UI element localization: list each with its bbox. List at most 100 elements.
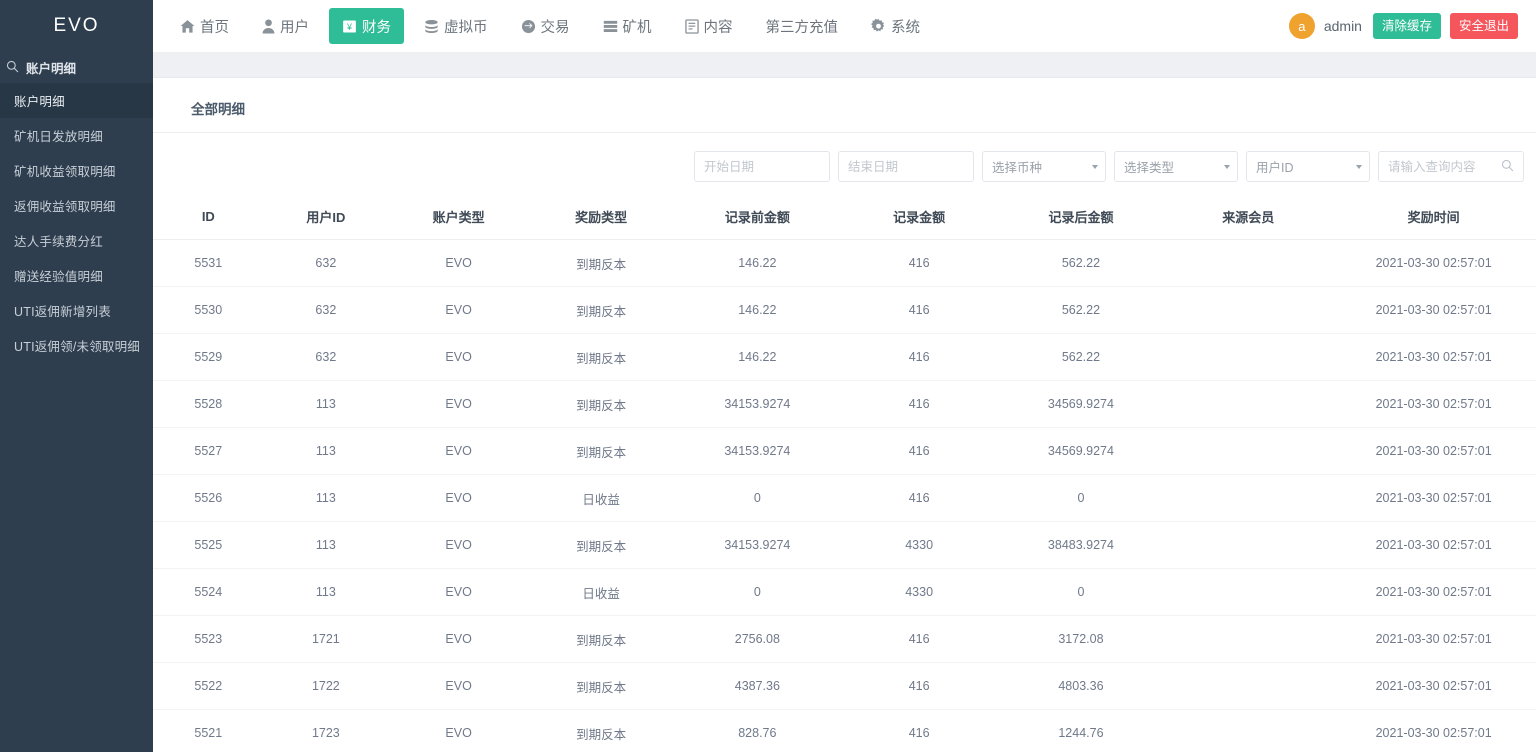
- cell-time: 2021-03-30 02:57:01: [1331, 663, 1536, 710]
- clear-cache-button[interactable]: 清除缓存: [1373, 13, 1441, 39]
- nav-item-trade[interactable]: 交易: [508, 8, 583, 44]
- cell-after: 3172.08: [997, 616, 1166, 663]
- user-area: a admin 清除缓存 安全退出: [1289, 13, 1526, 39]
- sidebar-item-gift-experience[interactable]: 赠送经验值明细: [0, 258, 153, 293]
- sidebar-item-expert-fee-dividend[interactable]: 达人手续费分红: [0, 223, 153, 258]
- cell-reward-type: 到期反本: [529, 334, 673, 381]
- avatar[interactable]: a: [1289, 13, 1315, 39]
- cell-after: 1244.76: [997, 710, 1166, 752]
- table-row[interactable]: 55221722EVO到期反本4387.364164803.362021-03-…: [153, 663, 1536, 710]
- table-header-row: ID 用户ID 账户类型 奖励类型 记录前金额 记录金额 记录后金额 来源会员 …: [153, 194, 1536, 240]
- account-details-table: ID 用户ID 账户类型 奖励类型 记录前金额 记录金额 记录后金额 来源会员 …: [153, 194, 1536, 752]
- cell-amount: 416: [842, 381, 997, 428]
- username-label: admin: [1324, 18, 1362, 34]
- cell-user-id: 113: [264, 522, 388, 569]
- cell-after: 562.22: [997, 240, 1166, 287]
- nav-item-miners[interactable]: 矿机: [590, 8, 665, 44]
- table-row[interactable]: 5527113EVO到期反本34153.927441634569.9274202…: [153, 428, 1536, 475]
- cell-after: 562.22: [997, 287, 1166, 334]
- cell-before: 146.22: [673, 334, 842, 381]
- cell-user-id: 113: [264, 428, 388, 475]
- cell-before: 146.22: [673, 240, 842, 287]
- table-row[interactable]: 5525113EVO到期反本34153.9274433038483.927420…: [153, 522, 1536, 569]
- column-header-source: 来源会员: [1165, 194, 1331, 240]
- start-date-input[interactable]: [704, 160, 820, 174]
- nav-item-third-party-recharge[interactable]: 第三方充值: [753, 8, 852, 44]
- nav-item-system[interactable]: 系统: [858, 8, 933, 44]
- end-date-field[interactable]: [838, 151, 974, 182]
- nav-item-crypto[interactable]: 虚拟币: [411, 8, 501, 44]
- cell-account-type: EVO: [388, 569, 529, 616]
- search-input[interactable]: [1388, 160, 1501, 174]
- cell-amount: 416: [842, 334, 997, 381]
- cell-user-id: 113: [264, 475, 388, 522]
- table-row[interactable]: 5531632EVO到期反本146.22416562.222021-03-30 …: [153, 240, 1536, 287]
- cell-reward-type: 到期反本: [529, 616, 673, 663]
- cell-amount: 416: [842, 428, 997, 475]
- nav-item-finance[interactable]: ¥ 财务: [329, 8, 404, 44]
- cell-amount: 416: [842, 663, 997, 710]
- content-area: 全部明细 选择币种 选择类型 用户I: [153, 78, 1536, 752]
- sidebar-search-header[interactable]: 账户明细: [0, 52, 153, 83]
- cell-source: [1165, 663, 1331, 710]
- cell-amount: 4330: [842, 569, 997, 616]
- column-header-amount: 记录金额: [842, 194, 997, 240]
- filter-toolbar: 选择币种 选择类型 用户ID: [153, 133, 1536, 194]
- nav-item-label: 系统: [891, 16, 920, 37]
- nav-item-label: 首页: [200, 16, 229, 37]
- table-row[interactable]: 5526113EVO日收益041602021-03-30 02:57:01: [153, 475, 1536, 522]
- cell-account-type: EVO: [388, 663, 529, 710]
- coins-stack-icon: [424, 19, 439, 34]
- sidebar-item-miner-daily-issue[interactable]: 矿机日发放明细: [0, 118, 153, 153]
- cell-before: 828.76: [673, 710, 842, 752]
- cell-time: 2021-03-30 02:57:01: [1331, 381, 1536, 428]
- table-row[interactable]: 5530632EVO到期反本146.22416562.222021-03-30 …: [153, 287, 1536, 334]
- cell-time: 2021-03-30 02:57:01: [1331, 522, 1536, 569]
- cell-before: 0: [673, 569, 842, 616]
- nav-item-label: 虚拟币: [444, 16, 488, 37]
- sidebar-item-label: UTI返佣领/未领取明细: [14, 336, 140, 355]
- table-row[interactable]: 55211723EVO到期反本828.764161244.762021-03-3…: [153, 710, 1536, 752]
- cell-account-type: EVO: [388, 334, 529, 381]
- document-icon: [685, 19, 699, 34]
- main-pane: 首页 用户 ¥ 财务: [153, 0, 1536, 752]
- chevron-down-icon: [1356, 165, 1362, 169]
- sidebar-item-miner-income-claim[interactable]: 矿机收益领取明细: [0, 153, 153, 188]
- currency-select[interactable]: 选择币种: [982, 151, 1106, 182]
- cell-id: 5522: [153, 663, 264, 710]
- table-row[interactable]: 55231721EVO到期反本2756.084163172.082021-03-…: [153, 616, 1536, 663]
- svg-text:¥: ¥: [346, 21, 352, 31]
- nav-item-home[interactable]: 首页: [167, 8, 242, 44]
- end-date-input[interactable]: [848, 160, 964, 174]
- logout-button[interactable]: 安全退出: [1450, 13, 1518, 39]
- money-bill-icon: ¥: [342, 19, 357, 34]
- cell-account-type: EVO: [388, 287, 529, 334]
- page-title: 全部明细: [153, 78, 1536, 132]
- search-icon[interactable]: [1501, 159, 1514, 175]
- sidebar-item-uti-rebate-claim-status[interactable]: UTI返佣领/未领取明细: [0, 328, 153, 363]
- type-select[interactable]: 选择类型: [1114, 151, 1238, 182]
- nav-item-content[interactable]: 内容: [672, 8, 746, 44]
- table-row[interactable]: 5528113EVO到期反本34153.927441634569.9274202…: [153, 381, 1536, 428]
- cell-time: 2021-03-30 02:57:01: [1331, 240, 1536, 287]
- userid-select-value: 用户ID: [1256, 157, 1294, 176]
- start-date-field[interactable]: [694, 151, 830, 182]
- sidebar-item-account-details[interactable]: 账户明细: [0, 83, 153, 118]
- sidebar-item-uti-rebate-new-list[interactable]: UTI返佣新增列表: [0, 293, 153, 328]
- exchange-circle-icon: [521, 19, 536, 34]
- nav-item-users[interactable]: 用户: [249, 8, 322, 44]
- cell-user-id: 632: [264, 287, 388, 334]
- column-header-before: 记录前金额: [673, 194, 842, 240]
- cell-reward-type: 到期反本: [529, 522, 673, 569]
- table-row[interactable]: 5524113EVO日收益0433002021-03-30 02:57:01: [153, 569, 1536, 616]
- cell-source: [1165, 616, 1331, 663]
- search-field[interactable]: [1378, 151, 1524, 182]
- sidebar-item-rebate-income-claim[interactable]: 返佣收益领取明细: [0, 188, 153, 223]
- user-icon: [262, 19, 275, 34]
- userid-select[interactable]: 用户ID: [1246, 151, 1370, 182]
- cell-id: 5521: [153, 710, 264, 752]
- cell-after: 34569.9274: [997, 428, 1166, 475]
- cell-source: [1165, 522, 1331, 569]
- cell-before: 4387.36: [673, 663, 842, 710]
- table-row[interactable]: 5529632EVO到期反本146.22416562.222021-03-30 …: [153, 334, 1536, 381]
